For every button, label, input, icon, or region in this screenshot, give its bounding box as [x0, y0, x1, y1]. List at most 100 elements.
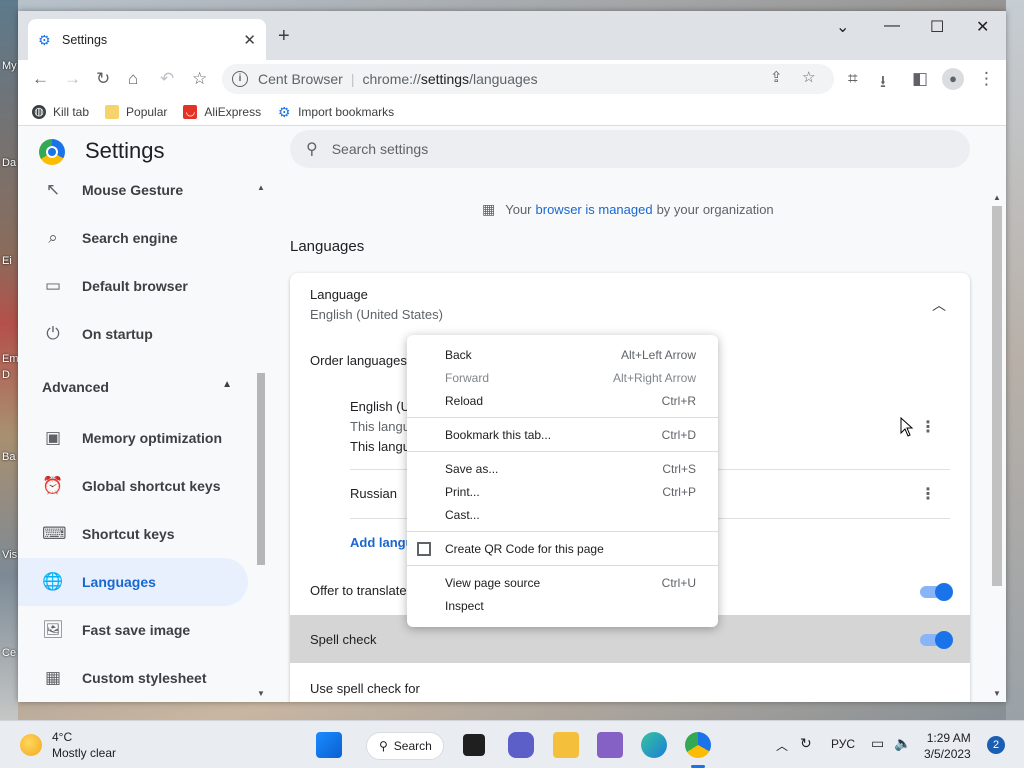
bookmark-kill-tab[interactable]: ◍ Kill tab: [32, 104, 90, 119]
menu-kebab-icon[interactable]: ⋮: [978, 69, 995, 89]
menu-item-inspect[interactable]: Inspect: [407, 594, 718, 617]
visual-studio-icon[interactable]: [597, 732, 623, 758]
download-icon[interactable]: ⭳: [880, 69, 886, 98]
volume-icon[interactable]: 🔈: [894, 735, 911, 752]
sidebar-item-languages[interactable]: 🌐 Languages: [18, 558, 248, 606]
search-input[interactable]: ⚲ Search settings: [290, 130, 970, 168]
new-tab-icon[interactable]: +: [278, 25, 290, 48]
tab-settings[interactable]: ⚙ Settings ✕: [28, 19, 266, 60]
desktop-icon-label[interactable]: D: [2, 369, 10, 381]
reload-icon[interactable]: ↻: [96, 69, 110, 89]
menu-item-label: Back: [445, 347, 472, 362]
bookmarks-bar: ◍ Kill tab Popular ◡ AliExpress ⚙ Import bo…: [18, 98, 1006, 126]
site-info-icon[interactable]: i: [232, 71, 248, 87]
close-tab-icon[interactable]: ✕: [243, 31, 256, 49]
menu-item-label: Create QR Code for this page: [445, 541, 604, 556]
sidebar-item-label: Fast save image: [82, 622, 191, 638]
desktop-icon-label[interactable]: Ce: [2, 647, 16, 659]
desktop-icon-label[interactable]: Da: [2, 157, 16, 169]
tab-search-icon[interactable]: ⌄: [836, 17, 849, 37]
more-options-icon[interactable]: ⋮: [920, 484, 936, 504]
menu-item-reload[interactable]: Reload Ctrl+R: [407, 389, 718, 412]
spell-check-toggle[interactable]: [920, 631, 953, 649]
scroll-down-icon[interactable]: ▼: [993, 689, 1001, 698]
crop-icon[interactable]: ⌗: [848, 69, 858, 89]
folder-icon: [105, 104, 120, 119]
maximize-icon[interactable]: ☐: [930, 17, 944, 37]
menu-item-view-source[interactable]: View page source Ctrl+U: [407, 571, 718, 594]
close-window-icon[interactable]: ✕: [976, 17, 989, 37]
notification-badge[interactable]: 2: [987, 736, 1005, 754]
bookmark-popular[interactable]: Popular: [105, 104, 167, 119]
undo-close-icon[interactable]: ↶: [160, 69, 174, 89]
sidebar-item-search-engine[interactable]: ⌕ Search engine: [18, 214, 248, 262]
bookmark-page-icon[interactable]: ☆: [802, 68, 815, 86]
profile-avatar-icon[interactable]: ●: [942, 68, 964, 90]
sidebar-item-on-startup[interactable]: ⏻ On startup: [18, 310, 248, 358]
desktop-icon-label[interactable]: Vis: [2, 549, 17, 561]
start-windows-icon[interactable]: [316, 732, 342, 758]
weather-widget[interactable]: 4°C Mostly clear: [20, 729, 116, 761]
scroll-down-icon[interactable]: ▼: [257, 689, 265, 698]
bookmark-import[interactable]: ⚙ Import bookmarks: [277, 105, 394, 119]
desktop-icon-label[interactable]: My: [2, 60, 17, 72]
menu-item-shortcut: Ctrl+R: [661, 393, 696, 408]
main-scroll-thumb[interactable]: [992, 206, 1002, 586]
keyboard-language[interactable]: РУС: [831, 737, 855, 751]
address-bar[interactable]: i Cent Browser | chrome://settings/langu…: [222, 64, 834, 94]
sidebar-item-mouse-gesture[interactable]: ↖ Mouse Gesture: [18, 181, 248, 214]
desktop-icon-label[interactable]: Em: [2, 353, 19, 365]
file-explorer-icon[interactable]: [553, 732, 579, 758]
sidebar-item-default-browser[interactable]: ▭ Default browser: [18, 262, 248, 310]
cursor-icon: ↖: [45, 181, 61, 199]
bookmark-aliexpress[interactable]: ◡ AliExpress: [183, 104, 261, 119]
chat-icon[interactable]: [508, 732, 534, 758]
menu-item-forward[interactable]: Forward Alt+Right Arrow: [407, 366, 718, 389]
menu-item-back[interactable]: Back Alt+Left Arrow: [407, 343, 718, 366]
side-panel-icon[interactable]: ◧: [912, 69, 928, 89]
offer-translate-toggle[interactable]: [920, 583, 953, 601]
bookmark-label: Kill tab: [53, 104, 90, 119]
back-icon[interactable]: ←: [32, 69, 49, 89]
menu-separator: [407, 531, 718, 532]
scroll-up-icon[interactable]: ▲: [993, 193, 1001, 202]
tray-overflow-icon[interactable]: ︿: [776, 737, 788, 754]
forward-icon[interactable]: →: [64, 69, 81, 89]
clock[interactable]: 1:29 AM 3/5/2023: [924, 730, 971, 762]
menu-item-cast[interactable]: Cast...: [407, 503, 718, 526]
cent-browser-icon[interactable]: [685, 732, 711, 758]
sidebar-advanced-toggle[interactable]: Advanced ▲: [42, 379, 232, 395]
menu-item-qr-code[interactable]: Create QR Code for this page: [407, 537, 718, 560]
menu-item-bookmark-tab[interactable]: Bookmark this tab... Ctrl+D: [407, 423, 718, 446]
taskbar-search[interactable]: ⚲ Search: [366, 732, 444, 760]
minimize-icon[interactable]: —: [884, 17, 900, 35]
home-icon[interactable]: ⌂: [128, 69, 138, 89]
sidebar-item-fast-save-image[interactable]: 🖼 Fast save image: [18, 606, 248, 654]
menu-item-print[interactable]: Print... Ctrl+P: [407, 480, 718, 503]
sidebar-scrollbar[interactable]: ▲ ▼: [254, 181, 268, 702]
sidebar-item-custom-stylesheet[interactable]: ▦ Custom stylesheet: [18, 654, 248, 702]
network-icon[interactable]: ▭: [871, 735, 884, 752]
keyboard-icon: ⌨: [42, 524, 67, 543]
sync-icon[interactable]: ↻: [800, 735, 812, 752]
add-languages-button[interactable]: Add langu: [350, 535, 414, 550]
share-icon[interactable]: ⇪: [770, 68, 783, 86]
task-view-icon[interactable]: [463, 734, 485, 756]
managed-link[interactable]: browser is managed: [536, 202, 653, 217]
edge-icon[interactable]: [641, 732, 667, 758]
sidebar-item-shortcut-keys[interactable]: ⌨ Shortcut keys: [18, 510, 248, 558]
sidebar-item-memory-optimization[interactable]: ▣ Memory optimization: [18, 414, 248, 462]
scroll-up-icon[interactable]: ▲: [257, 183, 265, 192]
main-scrollbar[interactable]: ▲ ▼: [990, 191, 1004, 702]
menu-item-save-as[interactable]: Save as... Ctrl+S: [407, 457, 718, 480]
more-options-icon[interactable]: ⋮: [920, 417, 936, 437]
sidebar-item-global-shortcut-keys[interactable]: ⏰ Global shortcut keys: [18, 462, 248, 510]
sidebar-scroll-thumb[interactable]: [257, 373, 265, 565]
omnibox-separator: |: [350, 71, 355, 87]
chevron-up-icon[interactable]: ︿: [932, 295, 946, 315]
desktop-icon-label[interactable]: Ei: [2, 255, 12, 267]
aliexpress-icon: ◡: [183, 104, 198, 119]
desktop-icon-label[interactable]: Ba: [2, 451, 15, 463]
menu-item-label: Cast...: [445, 507, 480, 522]
bookmark-star-icon[interactable]: ☆: [192, 69, 207, 89]
